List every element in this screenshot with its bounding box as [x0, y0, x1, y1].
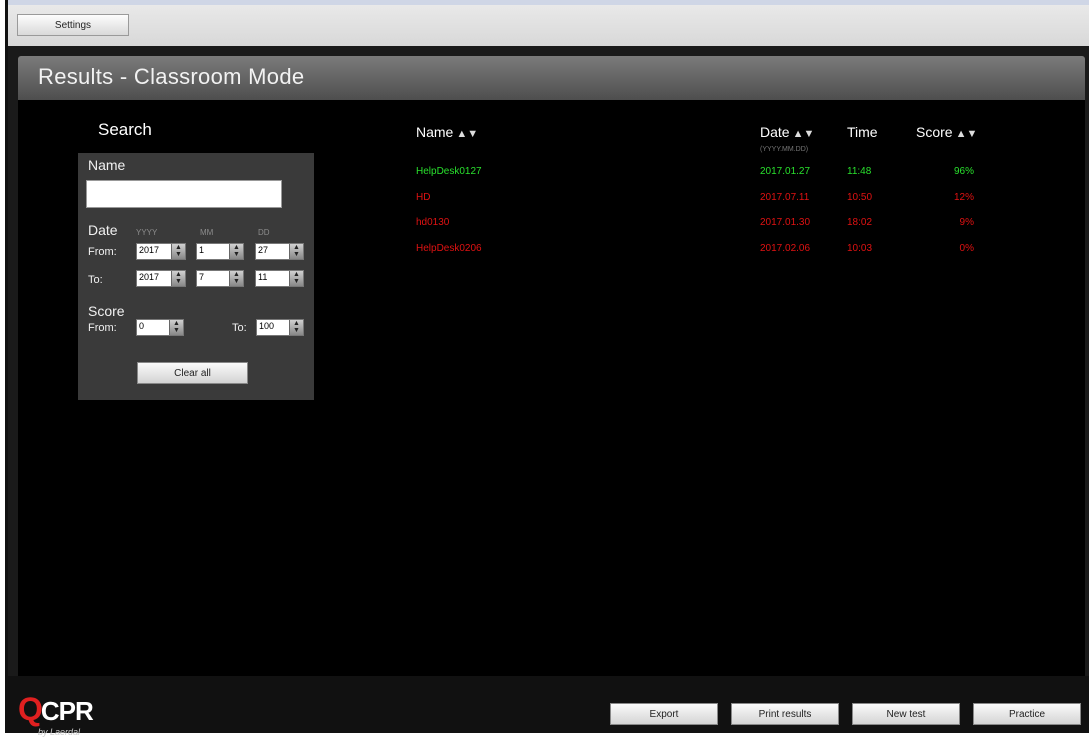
date-to-month-stepper[interactable]: 7 ▲ ▼	[196, 270, 244, 287]
score-from-stepper[interactable]: 0 ▲ ▼	[136, 319, 184, 336]
qcpr-logo: QCPR by Laerdal	[18, 691, 94, 737]
row-time: 10:03	[847, 243, 873, 254]
score-column-header[interactable]: Score ▲▼	[916, 124, 977, 140]
stepper-arrows-icon[interactable]: ▲ ▼	[169, 320, 183, 335]
yyyy-hint: YYYY	[136, 228, 158, 237]
app-window: Results - Classroom Mode Search Name Dat…	[8, 46, 1089, 737]
time-column-header: Time	[847, 124, 878, 140]
score-from-label: From:	[88, 322, 117, 334]
date-from-label: From:	[88, 246, 117, 258]
row-score: 9%	[959, 217, 974, 228]
stepper-arrows-icon[interactable]: ▲ ▼	[229, 271, 243, 286]
name-search-input[interactable]	[86, 180, 282, 208]
date-label: Date	[88, 222, 118, 238]
row-time: 10:50	[847, 192, 873, 203]
name-column-header[interactable]: Name ▲▼	[416, 124, 478, 140]
row-score: 0%	[959, 243, 974, 254]
bottom-bar: QCPR by Laerdal Export Print results New…	[8, 676, 1089, 737]
stepper-arrows-icon[interactable]: ▲ ▼	[289, 271, 303, 286]
date-to-year-stepper[interactable]: 2017 ▲ ▼	[136, 270, 186, 287]
results-content: Search Name Date YYYY MM DD From: 2017 ▲ ▼…	[18, 100, 1085, 676]
stepper-arrows-icon[interactable]: ▲ ▼	[289, 244, 303, 259]
score-to-label: To:	[232, 322, 247, 334]
export-button[interactable]: Export	[610, 703, 718, 725]
clear-all-button[interactable]: Clear all	[137, 362, 248, 384]
search-panel: Name Date YYYY MM DD From: 2017 ▲ ▼ 1 ▲ ▼ 27…	[78, 153, 314, 400]
date-to-label: To:	[88, 274, 103, 286]
row-score: 12%	[953, 192, 974, 203]
print-results-button[interactable]: Print results	[731, 703, 839, 725]
mm-hint: MM	[200, 228, 214, 237]
date-from-month-stepper[interactable]: 1 ▲ ▼	[196, 243, 244, 260]
row-time: 11:48	[847, 166, 872, 177]
name-label: Name	[88, 157, 126, 173]
date-to-day-stepper[interactable]: 11 ▲ ▼	[255, 270, 304, 287]
row-date: 2017.01.30	[760, 217, 811, 228]
row-time: 18:02	[847, 217, 873, 228]
stepper-arrows-icon[interactable]: ▲ ▼	[171, 271, 185, 286]
search-heading: Search	[98, 120, 152, 139]
stepper-arrows-icon[interactable]: ▲ ▼	[171, 244, 185, 259]
stepper-arrows-icon[interactable]: ▲ ▼	[229, 244, 243, 259]
dd-hint: DD	[258, 228, 270, 237]
row-name[interactable]: HD	[416, 192, 430, 203]
row-score: 96%	[953, 166, 974, 177]
sort-icon[interactable]: ▲▼	[793, 128, 815, 140]
settings-button[interactable]: Settings	[17, 14, 129, 36]
left-edge	[0, 0, 8, 733]
score-label: Score	[88, 303, 125, 319]
stepper-arrows-icon[interactable]: ▲ ▼	[289, 320, 303, 335]
top-toolbar: Settings	[8, 0, 1089, 46]
page-title: Results - Classroom Mode	[38, 64, 305, 89]
row-name[interactable]: HelpDesk0206	[416, 243, 482, 254]
date-from-day-stepper[interactable]: 27 ▲ ▼	[255, 243, 304, 260]
row-date: 2017.02.06	[760, 243, 811, 254]
row-name[interactable]: hd0130	[416, 217, 449, 228]
sort-icon[interactable]: ▲▼	[956, 128, 978, 140]
row-date: 2017.01.27	[760, 166, 811, 177]
date-column-header[interactable]: Date ▲▼	[760, 124, 814, 140]
row-name[interactable]: HelpDesk0127	[416, 166, 482, 177]
title-bar: Results - Classroom Mode	[18, 56, 1085, 100]
row-date: 2017.07.11	[760, 192, 810, 203]
new-test-button[interactable]: New test	[852, 703, 960, 725]
practice-button[interactable]: Practice	[973, 703, 1081, 725]
date-from-year-stepper[interactable]: 2017 ▲ ▼	[136, 243, 186, 260]
score-to-stepper[interactable]: 100 ▲ ▼	[256, 319, 304, 336]
date-format-hint: (YYYY.MM.DD)	[760, 146, 809, 153]
sort-icon[interactable]: ▲▼	[456, 128, 478, 140]
